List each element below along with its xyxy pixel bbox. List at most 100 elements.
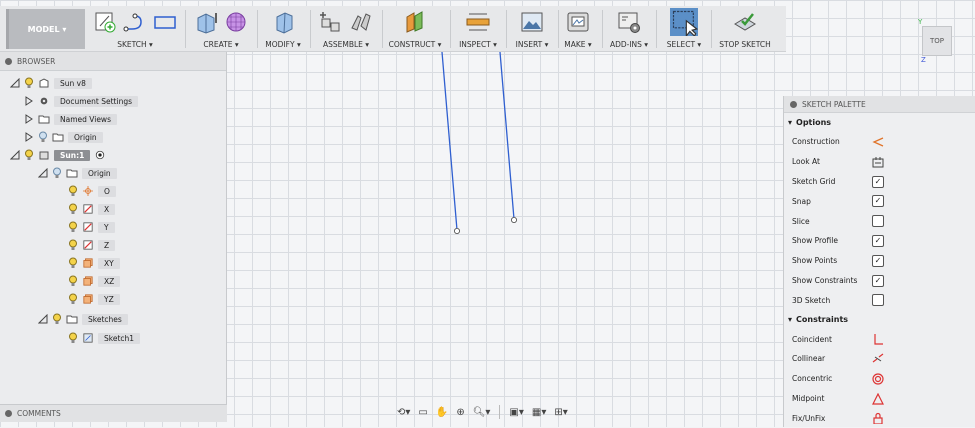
orbit-icon[interactable]: ⟲▾: [394, 403, 413, 421]
tree-node-label[interactable]: X: [98, 203, 116, 215]
make-group[interactable]: MAKE ▾: [560, 6, 596, 52]
options-section-header[interactable]: ▾ Options: [784, 113, 975, 132]
sketch-point-1[interactable]: [453, 227, 460, 234]
option-construction[interactable]: Construction: [784, 132, 975, 152]
modify-group[interactable]: MODIFY ▾: [260, 6, 306, 52]
construct-group[interactable]: CONSTRUCT ▾: [385, 6, 445, 52]
workspace-switcher[interactable]: MODEL ▾: [6, 9, 85, 49]
select-group[interactable]: SELECT ▾: [660, 6, 708, 52]
insert-image-icon[interactable]: [520, 10, 544, 34]
tree-node-label[interactable]: Sun:1: [54, 149, 91, 161]
stop-sketch-icon[interactable]: [733, 10, 757, 34]
insert-group[interactable]: INSERT ▾: [510, 6, 554, 52]
midpoint-icon[interactable]: [872, 392, 884, 405]
option-show-profile[interactable]: Show Profile ✓: [784, 231, 975, 251]
visibility-bulb-icon[interactable]: [68, 221, 78, 233]
tree-node-axis-x[interactable]: X: [68, 201, 116, 217]
tree-node-label[interactable]: Named Views: [54, 113, 117, 125]
visibility-bulb-icon[interactable]: [68, 239, 78, 251]
option-3d-sketch[interactable]: 3D Sketch: [784, 290, 975, 310]
tree-node-origin-point[interactable]: O: [68, 183, 116, 199]
palette-header[interactable]: SKETCH PALETTE: [784, 96, 975, 113]
tree-node-label[interactable]: Sun v8: [54, 77, 92, 89]
lock-icon[interactable]: [872, 412, 884, 425]
assemble-group[interactable]: ASSEMBLE ▾: [313, 6, 379, 52]
sketch-line-1[interactable]: [441, 51, 458, 231]
scripts-icon[interactable]: [617, 10, 641, 34]
constraint-midpoint[interactable]: Midpoint: [784, 389, 975, 409]
visibility-bulb-icon[interactable]: [24, 77, 34, 89]
comments-panel[interactable]: COMMENTS: [0, 404, 227, 422]
show-points-checkbox[interactable]: ✓: [872, 254, 884, 267]
look-at-nav-icon[interactable]: ▭: [415, 403, 430, 421]
tree-node-origin[interactable]: Origin: [24, 129, 103, 145]
collinear-icon[interactable]: [872, 353, 884, 365]
collapsed-triangle-icon[interactable]: [24, 96, 34, 106]
tree-node-label[interactable]: Sketches: [82, 313, 128, 325]
construction-icon[interactable]: [872, 136, 884, 148]
zoom-window-icon[interactable]: 🔍︎▾: [470, 403, 494, 421]
create-group[interactable]: CREATE ▾: [188, 6, 254, 52]
constraints-section-header[interactable]: ▾ Constraints: [784, 310, 975, 329]
form-icon[interactable]: [224, 10, 248, 34]
tree-node-plane-xy[interactable]: XY: [68, 255, 120, 271]
visibility-bulb-icon[interactable]: [52, 167, 62, 179]
tree-node-component[interactable]: Sun:1: [10, 147, 106, 163]
collapse-icon[interactable]: [5, 57, 12, 65]
3d-print-icon[interactable]: [566, 10, 590, 34]
sketch-grid-checkbox[interactable]: ✓: [872, 175, 884, 188]
tree-node-component-origin[interactable]: Origin: [38, 165, 117, 181]
tree-node-document-settings[interactable]: Document Settings: [24, 93, 139, 109]
tree-node-label[interactable]: Sketch1: [98, 332, 141, 344]
visibility-bulb-icon[interactable]: [52, 313, 62, 325]
zoom-icon[interactable]: ⊕: [453, 403, 467, 421]
option-slice[interactable]: Slice: [784, 211, 975, 231]
sketch-line-2[interactable]: [499, 51, 515, 220]
constraint-collinear[interactable]: Collinear: [784, 349, 975, 369]
expanded-triangle-icon[interactable]: [10, 150, 20, 160]
line-tool-icon[interactable]: [123, 10, 147, 34]
display-settings-icon[interactable]: ▣▾: [506, 403, 526, 421]
tree-node-sketches[interactable]: Sketches: [38, 311, 128, 327]
visibility-bulb-icon[interactable]: [68, 332, 78, 344]
collapsed-triangle-icon[interactable]: [24, 114, 34, 124]
tree-node-plane-yz[interactable]: YZ: [68, 291, 120, 307]
expand-icon[interactable]: [5, 410, 12, 417]
show-profile-checkbox[interactable]: ✓: [872, 234, 884, 247]
create-sketch-icon[interactable]: [93, 10, 117, 34]
tree-node-axis-z[interactable]: Z: [68, 237, 116, 253]
concentric-icon[interactable]: [872, 373, 884, 385]
tree-node-plane-xz[interactable]: XZ: [68, 273, 121, 289]
viewports-icon[interactable]: ⊞▾: [551, 403, 570, 421]
expanded-triangle-icon[interactable]: [10, 78, 20, 88]
option-sketch-grid[interactable]: Sketch Grid ✓: [784, 172, 975, 192]
tree-node-label[interactable]: O: [98, 185, 116, 197]
activate-radio-icon[interactable]: [94, 150, 106, 160]
tree-node-label[interactable]: XZ: [98, 275, 121, 287]
show-constraints-checkbox[interactable]: ✓: [872, 274, 884, 287]
expanded-triangle-icon[interactable]: [38, 168, 48, 178]
tree-node-sketch1[interactable]: Sketch1: [68, 330, 141, 346]
browser-header[interactable]: BROWSER: [0, 52, 226, 71]
collapse-icon[interactable]: [790, 100, 797, 108]
tree-node-named-views[interactable]: Named Views: [24, 111, 117, 127]
collapsed-triangle-icon[interactable]: [24, 132, 34, 142]
constraint-concentric[interactable]: Concentric: [784, 369, 975, 389]
viewcube[interactable]: TOP: [922, 26, 952, 56]
joint-icon[interactable]: [349, 10, 373, 34]
3d-sketch-checkbox[interactable]: [872, 294, 884, 307]
section-toggle-icon[interactable]: ▾: [788, 118, 792, 127]
tree-node-label[interactable]: Origin: [82, 167, 117, 179]
option-show-constraints[interactable]: Show Constraints ✓: [784, 271, 975, 291]
grid-settings-icon[interactable]: ▦▾: [529, 403, 549, 421]
constraint-fix-unfix[interactable]: Fix/UnFix: [784, 408, 975, 428]
tree-node-label[interactable]: Y: [98, 221, 115, 233]
slice-checkbox[interactable]: [872, 215, 884, 228]
add-ins-group[interactable]: ADD-INS ▾: [606, 6, 652, 52]
extrude-icon[interactable]: [194, 10, 218, 34]
stop-sketch-group[interactable]: STOP SKETCH: [714, 6, 776, 52]
press-pull-icon[interactable]: [271, 10, 295, 34]
visibility-bulb-icon[interactable]: [68, 293, 78, 305]
offset-plane-icon[interactable]: [403, 10, 427, 34]
constraint-coincident[interactable]: Coincident: [784, 329, 975, 349]
